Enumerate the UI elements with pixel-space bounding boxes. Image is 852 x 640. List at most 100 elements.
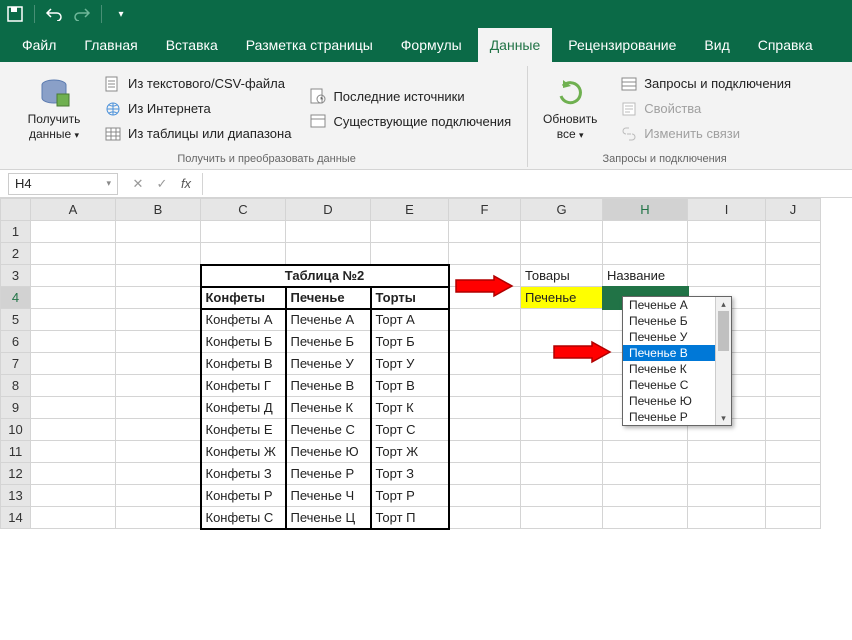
save-icon[interactable] xyxy=(6,5,24,23)
cell-A2[interactable] xyxy=(31,243,116,265)
cell-A13[interactable] xyxy=(31,485,116,507)
cell-E5[interactable]: Торт А xyxy=(371,309,449,331)
tab-file[interactable]: Файл xyxy=(10,28,68,62)
cell-G9[interactable] xyxy=(521,397,603,419)
col-header-I[interactable]: I xyxy=(688,199,766,221)
cell-D14[interactable]: Печенье Ц xyxy=(286,507,371,529)
cell-I2[interactable] xyxy=(688,243,766,265)
cell-J5[interactable] xyxy=(766,309,821,331)
cell-D5[interactable]: Печенье А xyxy=(286,309,371,331)
cell-A7[interactable] xyxy=(31,353,116,375)
col-header-E[interactable]: E xyxy=(371,199,449,221)
row-header-14[interactable]: 14 xyxy=(1,507,31,529)
cell-B10[interactable] xyxy=(116,419,201,441)
cell-D6[interactable]: Печенье Б xyxy=(286,331,371,353)
cell-E7[interactable]: Торт У xyxy=(371,353,449,375)
cell-J13[interactable] xyxy=(766,485,821,507)
row-header-11[interactable]: 11 xyxy=(1,441,31,463)
tab-view[interactable]: Вид xyxy=(692,28,741,62)
cell-B1[interactable] xyxy=(116,221,201,243)
cell-D8[interactable]: Печенье В xyxy=(286,375,371,397)
cell-J14[interactable] xyxy=(766,507,821,529)
cell-C11[interactable]: Конфеты Ж xyxy=(201,441,286,463)
cell-C12[interactable]: Конфеты З xyxy=(201,463,286,485)
formula-input[interactable] xyxy=(202,173,852,195)
cell-G2[interactable] xyxy=(521,243,603,265)
col-header-D[interactable]: D xyxy=(286,199,371,221)
cell-F6[interactable] xyxy=(449,331,521,353)
cell-B4[interactable] xyxy=(116,287,201,309)
col-header-A[interactable]: A xyxy=(31,199,116,221)
cell-G11[interactable] xyxy=(521,441,603,463)
from-web-button[interactable]: Из Интернета xyxy=(100,98,295,120)
cell-E8[interactable]: Торт В xyxy=(371,375,449,397)
row-header-5[interactable]: 5 xyxy=(1,309,31,331)
cell-G8[interactable] xyxy=(521,375,603,397)
cell-E4[interactable]: Торты xyxy=(371,287,449,309)
scroll-thumb[interactable] xyxy=(718,311,729,351)
from-table-button[interactable]: Из таблицы или диапазона xyxy=(100,123,295,145)
cell-F13[interactable] xyxy=(449,485,521,507)
cancel-formula-button[interactable]: ✕ xyxy=(126,173,150,195)
cell-I12[interactable] xyxy=(688,463,766,485)
cell-B6[interactable] xyxy=(116,331,201,353)
cell-E12[interactable]: Торт З xyxy=(371,463,449,485)
tab-review[interactable]: Рецензирование xyxy=(556,28,688,62)
cell-I1[interactable] xyxy=(688,221,766,243)
cell-C5[interactable]: Конфеты А xyxy=(201,309,286,331)
cell-A12[interactable] xyxy=(31,463,116,485)
row-header-4[interactable]: 4 xyxy=(1,287,31,309)
cell-H12[interactable] xyxy=(603,463,688,485)
cell-B5[interactable] xyxy=(116,309,201,331)
cell-B14[interactable] xyxy=(116,507,201,529)
validation-dropdown[interactable]: ▴ ▾ Печенье АПеченье БПеченье УПеченье В… xyxy=(622,296,732,426)
cell-D9[interactable]: Печенье К xyxy=(286,397,371,419)
cell-A4[interactable] xyxy=(31,287,116,309)
cell-E10[interactable]: Торт С xyxy=(371,419,449,441)
cell-F8[interactable] xyxy=(449,375,521,397)
properties-button[interactable]: Свойства xyxy=(616,98,795,120)
cell-B13[interactable] xyxy=(116,485,201,507)
tab-home[interactable]: Главная xyxy=(72,28,149,62)
cell-B7[interactable] xyxy=(116,353,201,375)
cell-I3[interactable] xyxy=(688,265,766,287)
cell-H1[interactable] xyxy=(603,221,688,243)
existing-connections-button[interactable]: Существующие подключения xyxy=(305,110,515,132)
cell-G4[interactable]: Печенье xyxy=(521,287,603,309)
tab-help[interactable]: Справка xyxy=(746,28,825,62)
cell-C10[interactable]: Конфеты Е xyxy=(201,419,286,441)
cell-A5[interactable] xyxy=(31,309,116,331)
col-header-C[interactable]: C xyxy=(201,199,286,221)
cell-J12[interactable] xyxy=(766,463,821,485)
cell-J11[interactable] xyxy=(766,441,821,463)
cell-J4[interactable] xyxy=(766,287,821,309)
scroll-up-icon[interactable]: ▴ xyxy=(716,297,731,311)
cell-A9[interactable] xyxy=(31,397,116,419)
cell-H14[interactable] xyxy=(603,507,688,529)
from-csv-button[interactable]: Из текстового/CSV-файла xyxy=(100,73,295,95)
cell-C1[interactable] xyxy=(201,221,286,243)
cell-H11[interactable] xyxy=(603,441,688,463)
col-header-G[interactable]: G xyxy=(521,199,603,221)
cell-J2[interactable] xyxy=(766,243,821,265)
cell-F2[interactable] xyxy=(449,243,521,265)
name-box[interactable]: H4 ▾ xyxy=(8,173,118,195)
cell-C7[interactable]: Конфеты В xyxy=(201,353,286,375)
cell-J8[interactable] xyxy=(766,375,821,397)
cell-F14[interactable] xyxy=(449,507,521,529)
cell-A6[interactable] xyxy=(31,331,116,353)
cell-C2[interactable] xyxy=(201,243,286,265)
tab-insert[interactable]: Вставка xyxy=(154,28,230,62)
redo-icon[interactable] xyxy=(73,5,91,23)
tab-formulas[interactable]: Формулы xyxy=(389,28,474,62)
fx-button[interactable]: fx xyxy=(174,173,198,195)
cell-A3[interactable] xyxy=(31,265,116,287)
cell-H2[interactable] xyxy=(603,243,688,265)
row-header-2[interactable]: 2 xyxy=(1,243,31,265)
cell-J10[interactable] xyxy=(766,419,821,441)
cell-D10[interactable]: Печенье С xyxy=(286,419,371,441)
cell-A8[interactable] xyxy=(31,375,116,397)
cell-F11[interactable] xyxy=(449,441,521,463)
cell-G1[interactable] xyxy=(521,221,603,243)
cell-C8[interactable]: Конфеты Г xyxy=(201,375,286,397)
